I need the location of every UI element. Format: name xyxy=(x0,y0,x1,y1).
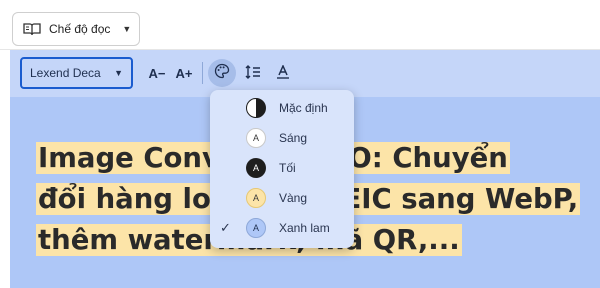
toolbar-divider xyxy=(202,62,203,84)
letter-spacing-icon xyxy=(276,63,290,82)
line-spacing-icon xyxy=(245,64,261,82)
font-select-value: Lexend Deca xyxy=(30,66,101,80)
chevron-down-icon: ▼ xyxy=(122,24,132,34)
line-spacing-button[interactable] xyxy=(244,63,262,83)
theme-option-label: Mặc định xyxy=(279,101,328,115)
blue-swatch-icon: A xyxy=(246,218,266,238)
increase-font-button[interactable]: A+ xyxy=(172,63,196,83)
contrast-icon xyxy=(246,98,266,118)
book-icon xyxy=(23,22,41,36)
reading-mode-label: Chế độ đọc xyxy=(49,22,111,36)
theme-option-light[interactable]: A Sáng xyxy=(210,123,354,153)
theme-button[interactable] xyxy=(208,59,236,87)
yellow-swatch-icon: A xyxy=(246,188,266,208)
decrease-font-button[interactable]: A− xyxy=(145,63,169,83)
reading-mode-button[interactable]: Chế độ đọc ▼ xyxy=(12,12,140,46)
dark-swatch-icon: A xyxy=(246,158,266,178)
theme-option-yellow[interactable]: A Vàng xyxy=(210,183,354,213)
theme-option-label: Vàng xyxy=(279,191,308,205)
letter-spacing-button[interactable] xyxy=(274,63,292,83)
theme-option-default[interactable]: Mặc định xyxy=(210,93,354,123)
light-swatch-icon: A xyxy=(246,128,266,148)
font-select[interactable]: Lexend Deca ▼ xyxy=(20,57,133,89)
theme-option-label: Sáng xyxy=(279,131,308,145)
theme-menu: Mặc định A Sáng A Tối A Vàng ✓ A Xanh la… xyxy=(210,90,354,248)
theme-option-blue[interactable]: ✓ A Xanh lam xyxy=(210,213,354,243)
chevron-down-icon: ▼ xyxy=(114,68,123,78)
top-bar: Chế độ đọc ▼ xyxy=(0,0,600,50)
theme-option-dark[interactable]: A Tối xyxy=(210,153,354,183)
theme-option-label: Tối xyxy=(279,161,296,175)
theme-option-label: Xanh lam xyxy=(279,221,330,235)
checkmark-icon: ✓ xyxy=(220,220,231,235)
palette-icon xyxy=(214,63,230,84)
